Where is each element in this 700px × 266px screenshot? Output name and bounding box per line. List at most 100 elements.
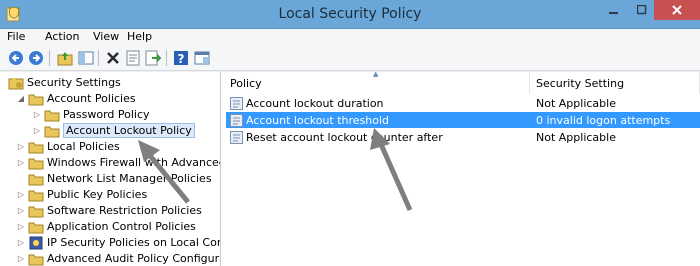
policy-setting: Not Applicable (536, 96, 616, 110)
svg-text:?: ? (178, 52, 185, 66)
tree-label: Public Key Policies (47, 187, 148, 201)
folder-icon (44, 108, 60, 121)
collapsed-arrow-icon[interactable]: ▷ (16, 206, 26, 215)
collapsed-arrow-icon[interactable]: ▷ (16, 254, 26, 263)
ip-security-icon (28, 236, 44, 249)
tree-item-application-control[interactable]: ▷ Application Control Policies (16, 218, 196, 234)
delete-icon (107, 52, 119, 64)
folder-icon (28, 172, 44, 185)
policy-setting: 0 invalid logon attempts (536, 113, 671, 127)
folder-icon (28, 252, 44, 265)
policy-icon (230, 96, 243, 110)
tree-item-windows-firewall[interactable]: ▷ Windows Firewall with Advanced Secu (16, 154, 221, 170)
collapsed-arrow-icon[interactable]: ▷ (16, 158, 26, 167)
tree-label: Windows Firewall with Advanced Secu (47, 155, 221, 169)
menu-view[interactable]: View (93, 30, 119, 43)
export-list-button[interactable] (144, 49, 162, 67)
minimize-button[interactable] (600, 0, 628, 20)
tree-item-public-key-policies[interactable]: ▷ Public Key Policies (16, 186, 147, 202)
tree-label: Account Lockout Policy (63, 122, 195, 138)
properties-icon (126, 50, 140, 66)
column-label: Policy (230, 76, 262, 90)
up-folder-icon (57, 52, 73, 66)
policy-name: Account lockout threshold (246, 113, 390, 127)
back-button[interactable] (7, 49, 25, 67)
column-label: Security Setting (536, 76, 625, 90)
tree-label: Local Policies (47, 139, 120, 153)
close-button[interactable] (654, 0, 700, 20)
menu-help[interactable]: Help (127, 30, 152, 43)
collapsed-arrow-icon[interactable]: ▷ (16, 222, 26, 231)
show-hide-tree-button[interactable] (77, 49, 95, 67)
tree-item-software-restriction[interactable]: ▷ Software Restriction Policies (16, 202, 202, 218)
folder-icon (28, 140, 44, 153)
help-button[interactable]: ? (172, 49, 190, 67)
collapsed-arrow-icon[interactable]: ▷ (32, 110, 42, 119)
toolbar-separator (166, 50, 167, 66)
toolbar: ? (0, 46, 700, 71)
title-bar: Local Security Policy (0, 0, 700, 29)
menu-action[interactable]: Action (45, 30, 79, 43)
tree-label: Password Policy (63, 107, 150, 121)
help-icon: ? (174, 51, 188, 66)
folder-icon (28, 92, 44, 105)
properties-button[interactable] (124, 49, 142, 67)
tree-label: Security Settings (27, 75, 121, 89)
folder-icon (44, 124, 60, 137)
policy-name: Account lockout duration (246, 96, 384, 110)
collapsed-arrow-icon[interactable]: ▷ (16, 238, 26, 247)
tree-item-account-lockout-policy[interactable]: ▷ Account Lockout Policy (32, 122, 195, 138)
toolbar-separator (98, 50, 99, 66)
console-button[interactable] (193, 49, 211, 67)
security-settings-icon (8, 76, 24, 89)
tree-label: IP Security Policies on Local Compute (47, 235, 220, 249)
tree-item-network-list-manager[interactable]: Network List Manager Policies (28, 170, 212, 186)
content-area: Security Settings ◢ Account Policies ▷ P… (0, 70, 700, 266)
toolbar-separator (49, 50, 50, 66)
tree-root-security-settings[interactable]: Security Settings (8, 74, 121, 90)
forward-button[interactable] (27, 49, 45, 67)
collapsed-arrow-icon[interactable]: ▷ (16, 142, 26, 151)
tree-label: Software Restriction Policies (47, 203, 202, 217)
sort-up-icon: ▲ (373, 70, 379, 78)
column-header-policy[interactable]: ▲ Policy (224, 70, 530, 94)
up-folder-button[interactable] (56, 49, 74, 67)
maximize-button[interactable] (628, 0, 656, 20)
policy-icon (230, 113, 243, 127)
close-icon (672, 5, 682, 15)
window-title: Local Security Policy (278, 6, 422, 22)
tree-item-password-policy[interactable]: ▷ Password Policy (32, 106, 150, 122)
collapsed-arrow-icon[interactable]: ▷ (16, 190, 26, 199)
folder-icon (28, 204, 44, 217)
folder-icon (28, 220, 44, 233)
policy-list-pane[interactable]: ▲ Policy Security Setting Account lockou… (224, 70, 700, 266)
tree-item-advanced-audit[interactable]: ▷ Advanced Audit Policy Configuration (16, 250, 220, 266)
list-row-account-lockout-duration[interactable]: Account lockout duration Not Applicable (226, 95, 700, 111)
menu-bar: File Action View Help (0, 29, 700, 46)
column-header-security-setting[interactable]: Security Setting (530, 72, 700, 94)
policy-setting: Not Applicable (536, 130, 616, 144)
tree-label: Advanced Audit Policy Configuration (47, 251, 220, 265)
export-list-icon (145, 50, 161, 66)
tree-item-local-policies[interactable]: ▷ Local Policies (16, 138, 120, 154)
expanded-arrow-icon[interactable]: ◢ (16, 94, 26, 103)
list-row-reset-account-lockout-counter[interactable]: Reset account lockout counter after Not … (226, 129, 700, 145)
forward-icon (29, 51, 43, 65)
collapsed-arrow-icon[interactable]: ▷ (32, 126, 42, 135)
policy-name: Reset account lockout counter after (246, 130, 443, 144)
tree-item-ip-security[interactable]: ▷ IP Security Policies on Local Compute (16, 234, 220, 250)
console-icon (194, 51, 210, 65)
delete-button[interactable] (104, 49, 122, 67)
show-hide-tree-icon (78, 51, 94, 65)
tree-label: Application Control Policies (47, 219, 196, 233)
tree-label: Network List Manager Policies (47, 171, 212, 185)
folder-icon (28, 188, 44, 201)
list-row-account-lockout-threshold[interactable]: Account lockout threshold 0 invalid logo… (226, 112, 700, 128)
tree-label: Account Policies (47, 91, 136, 105)
folder-icon (28, 156, 44, 169)
policy-icon (230, 130, 243, 144)
menu-file[interactable]: File (7, 30, 25, 43)
tree-pane[interactable]: Security Settings ◢ Account Policies ▷ P… (6, 72, 221, 266)
tree-item-account-policies[interactable]: ◢ Account Policies (16, 90, 136, 106)
back-icon (9, 51, 23, 65)
